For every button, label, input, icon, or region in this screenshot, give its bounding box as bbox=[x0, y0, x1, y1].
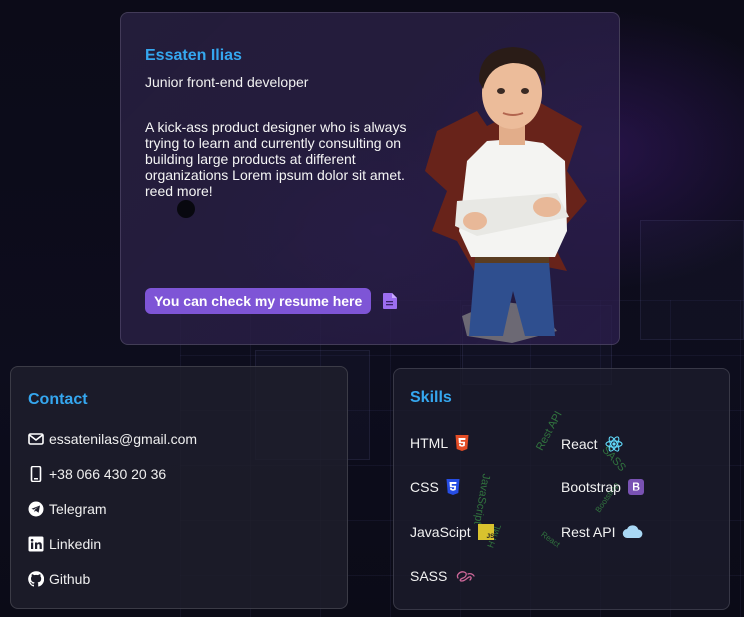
contact-github[interactable]: Github bbox=[28, 571, 90, 587]
linkedin-icon bbox=[28, 536, 44, 552]
skill-label: React bbox=[561, 436, 598, 452]
avatar-illustration bbox=[425, 47, 587, 343]
html5-icon bbox=[455, 435, 471, 451]
github-icon bbox=[28, 571, 45, 587]
skill-html: HTML bbox=[410, 435, 471, 451]
contact-phone[interactable]: +38 066 430 20 36 bbox=[28, 465, 167, 483]
contact-email-text: essatenilas@gmail.com bbox=[49, 431, 198, 447]
css3-icon bbox=[446, 479, 462, 495]
javascript-icon: JS bbox=[477, 524, 495, 540]
skill-sass: SASS bbox=[410, 568, 476, 584]
contact-email[interactable]: essatenilas@gmail.com bbox=[28, 431, 197, 447]
contact-linkedin-text: Linkedin bbox=[49, 536, 102, 552]
skill-react: React bbox=[561, 435, 623, 453]
resume-button[interactable]: You can check my resume here bbox=[145, 288, 372, 314]
file-icon[interactable] bbox=[383, 293, 397, 309]
skill-label: Rest API bbox=[561, 524, 616, 540]
background-square bbox=[640, 220, 744, 340]
sass-icon bbox=[454, 568, 476, 584]
contact-telegram[interactable]: Telegram bbox=[28, 501, 107, 517]
skills-card: Skills Rest API SASS JavaScript HTML Boo… bbox=[393, 368, 730, 610]
bootstrap-icon bbox=[627, 479, 644, 495]
contact-linkedin[interactable]: Linkedin bbox=[28, 536, 101, 552]
profile-role: Junior front-end developer bbox=[145, 74, 309, 90]
contact-card: Contact essatenilas@gmail.com +38 066 43… bbox=[10, 366, 348, 609]
contact-github-text: Github bbox=[49, 571, 91, 587]
skill-label: JavaScipt bbox=[410, 524, 471, 540]
skill-rest-api: Rest API bbox=[561, 524, 644, 540]
skill-label: CSS bbox=[410, 479, 439, 495]
svg-text:JS: JS bbox=[486, 533, 494, 540]
skill-css: CSS bbox=[410, 479, 462, 495]
envelope-icon bbox=[28, 431, 44, 447]
contact-phone-text: +38 066 430 20 36 bbox=[49, 466, 167, 482]
contact-title: Contact bbox=[28, 391, 88, 408]
skill-label: SASS bbox=[410, 568, 448, 584]
telegram-icon bbox=[28, 501, 44, 517]
phone-icon bbox=[28, 465, 44, 483]
profile-name: Essaten Ilias bbox=[145, 47, 242, 64]
react-icon bbox=[605, 435, 623, 453]
skill-label: HTML bbox=[410, 435, 449, 451]
cloud-icon bbox=[622, 524, 644, 540]
decorative-dot bbox=[177, 200, 195, 218]
skills-title: Skills bbox=[410, 389, 452, 406]
hero-card: Essaten Ilias Junior front-end developer… bbox=[120, 12, 620, 345]
profile-bio: A kick-ass product designer who is alway… bbox=[145, 119, 407, 199]
contact-telegram-text: Telegram bbox=[49, 501, 107, 517]
scatter-word: JavaScript bbox=[471, 472, 493, 526]
scatter-word: React bbox=[539, 529, 562, 550]
skill-bootstrap: Bootstrap bbox=[561, 479, 644, 495]
skill-javascript: JavaScipt JS bbox=[410, 524, 495, 540]
skill-label: Bootstrap bbox=[561, 479, 621, 495]
